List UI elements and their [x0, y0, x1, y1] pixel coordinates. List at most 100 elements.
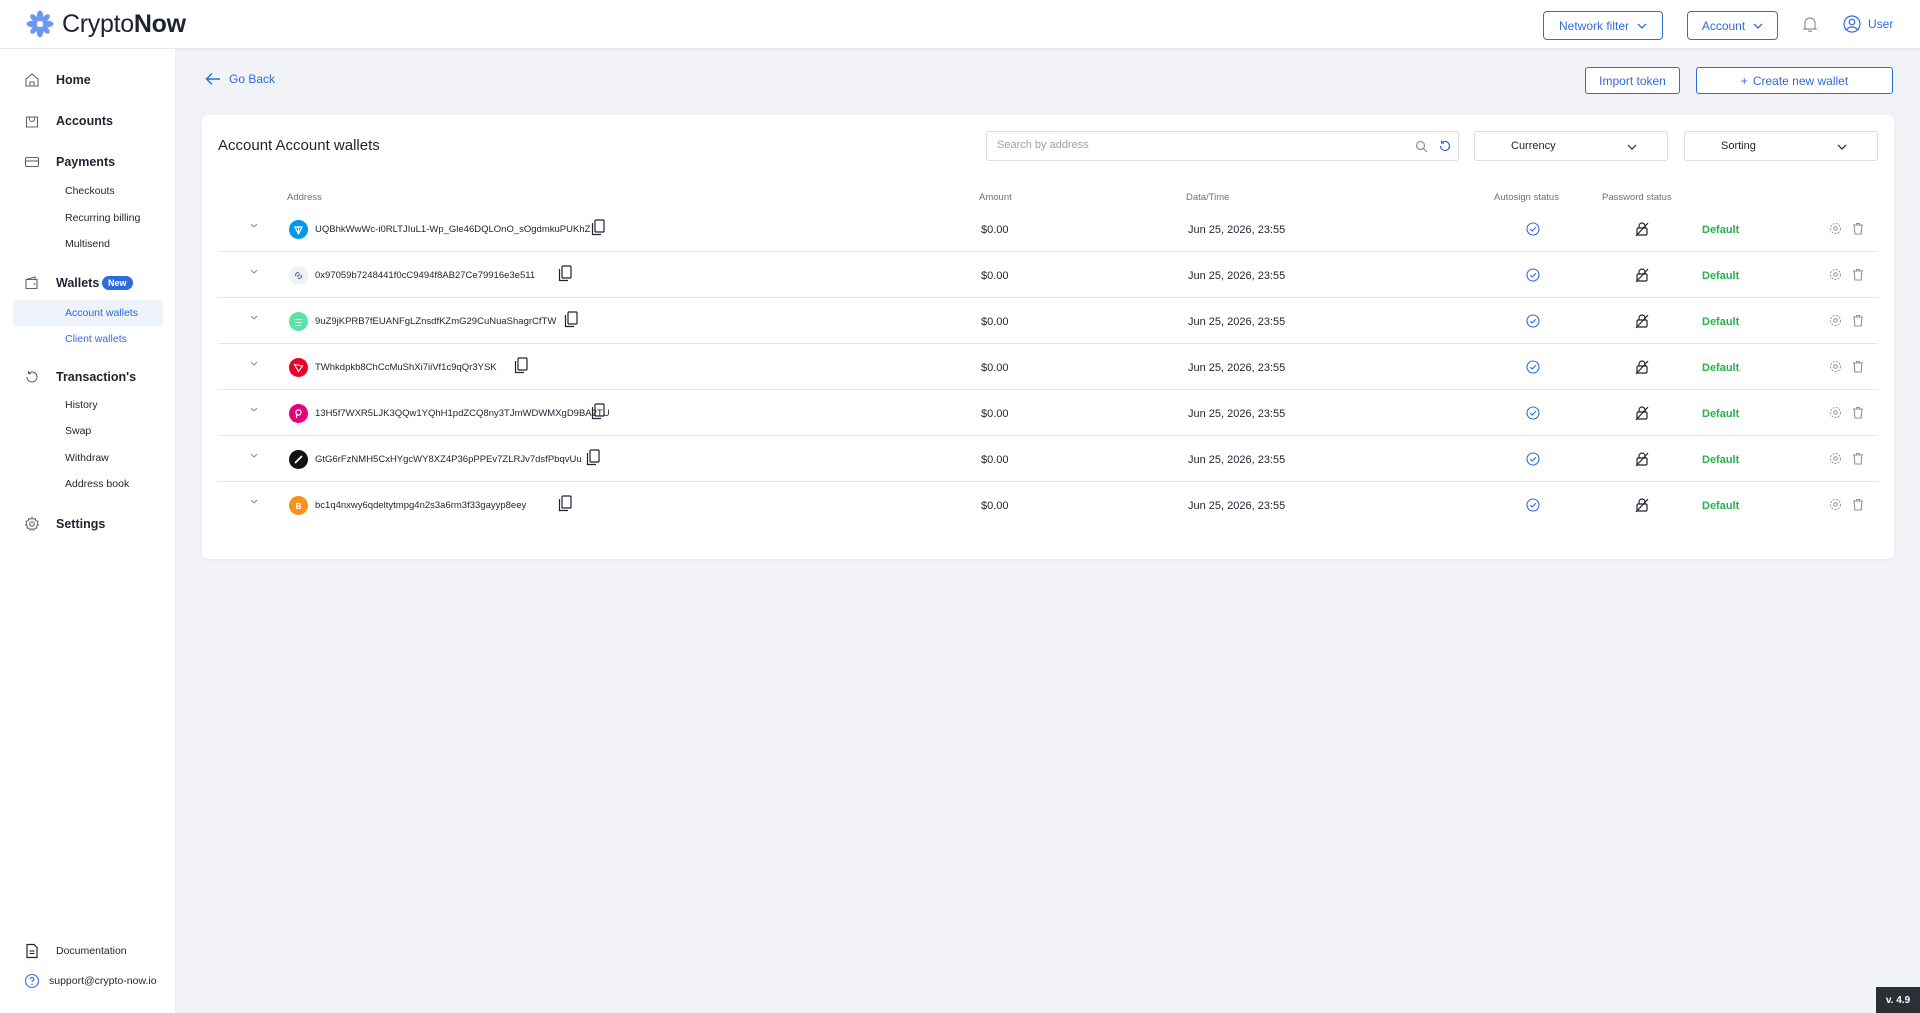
trash-icon[interactable] [1852, 314, 1864, 327]
status-badge: Default [1702, 316, 1740, 328]
sidebar-item-transactions[interactable]: Transaction's [0, 364, 176, 390]
sidebar-item-payments[interactable]: Payments [0, 149, 176, 175]
account-dropdown[interactable]: Account [1687, 11, 1778, 40]
gear-icon[interactable] [1829, 498, 1842, 511]
copy-icon[interactable] [564, 311, 578, 328]
sidebar: Home Accounts Payments Checkouts Recurri… [0, 49, 176, 1013]
copy-icon[interactable] [558, 265, 572, 282]
copy-icon[interactable] [591, 219, 605, 236]
search-icon[interactable] [1415, 140, 1428, 153]
document-icon [26, 943, 38, 959]
currency-select-value: Currency [1511, 140, 1556, 152]
check-circle-icon [1526, 452, 1540, 466]
check-circle-icon [1526, 498, 1540, 512]
copy-icon[interactable] [514, 357, 528, 374]
wallet-amount: $0.00 [981, 454, 1009, 466]
chevron-down-icon[interactable] [249, 450, 259, 460]
status-badge: Default [1702, 454, 1740, 466]
gear-icon[interactable] [1829, 452, 1842, 465]
password-off-icon [1635, 222, 1649, 237]
trash-icon[interactable] [1852, 360, 1864, 373]
network-filter-dropdown[interactable]: Network filter [1543, 11, 1663, 40]
table-row[interactable]: 0x97059b7248441f0cC9494f8AB27Ce79916e3e5… [218, 252, 1878, 298]
currency-select[interactable]: Currency [1474, 131, 1668, 161]
password-off-icon [1635, 498, 1649, 513]
bell-icon[interactable] [1801, 15, 1819, 33]
chevron-down-icon[interactable] [249, 404, 259, 414]
search-input[interactable] [997, 139, 1387, 151]
wallet-amount: $0.00 [981, 362, 1009, 374]
sidebar-item-home[interactable]: Home [0, 67, 176, 93]
go-back-label: Go Back [229, 72, 276, 86]
create-wallet-button[interactable]: + Create new wallet [1696, 67, 1893, 94]
trash-icon[interactable] [1852, 498, 1864, 511]
sidebar-item-checkouts[interactable]: Checkouts [65, 183, 115, 199]
gear-icon[interactable] [1829, 406, 1842, 419]
check-circle-icon [1526, 314, 1540, 328]
version-badge: v. 4.9 [1876, 987, 1920, 1013]
polkadot-icon [289, 404, 308, 423]
chevron-down-icon [1627, 144, 1637, 150]
wallet-address: bc1q4nxwy6qdeltytmpg4n2s3a6rm3f33gayyp8e… [315, 500, 527, 511]
support-link[interactable]: support@crypto-now.io [24, 973, 157, 989]
sidebar-item-accounts[interactable]: Accounts [0, 108, 176, 134]
sidebar-item-label: Payments [56, 155, 116, 169]
chevron-down-icon[interactable] [249, 312, 259, 322]
table-row[interactable]: UQBhkWwWc-i0RLTJIuL1-Wp_Gle46DQLOnO_sOgd… [218, 206, 1878, 252]
sidebar-item-label: Home [56, 73, 91, 87]
trash-icon[interactable] [1852, 406, 1864, 419]
chevron-down-icon[interactable] [249, 358, 259, 368]
sorting-select[interactable]: Sorting [1684, 131, 1878, 161]
table-row[interactable]: TWhkdpkb8ChCcMuShXi7iiVf1c9qQr3YSK $0.00… [218, 344, 1878, 390]
gear-icon[interactable] [1829, 314, 1842, 327]
import-token-button[interactable]: Import token [1585, 67, 1680, 94]
copy-icon[interactable] [558, 495, 572, 512]
trash-icon[interactable] [1852, 222, 1864, 235]
gear-icon[interactable] [1829, 360, 1842, 373]
search-box [986, 131, 1459, 161]
wallet-datetime: Jun 25, 2026, 23:55 [1188, 362, 1286, 374]
password-off-icon [1635, 314, 1649, 329]
sidebar-item-wallets[interactable]: Wallets New [0, 270, 176, 296]
top-bar: CryptoNow Network filter Account User [0, 0, 1920, 49]
logo[interactable]: CryptoNow [26, 9, 186, 39]
sidebar-item-settings[interactable]: Settings [0, 511, 176, 537]
copy-icon[interactable] [586, 449, 600, 466]
user-menu[interactable]: User [1843, 15, 1893, 33]
wallet-address: 13H5f7WXR5LJK3QQw1YQhH1pdZCQ8ny3TJmWDWMX… [315, 408, 610, 419]
gear-icon[interactable] [1829, 222, 1842, 235]
wallet-address: 9uZ9jKPRB7fEUANFgLZnsdfKZmG29CuNuaShagrC… [315, 316, 557, 327]
arrow-left-icon [205, 73, 220, 85]
chevron-down-icon[interactable] [249, 496, 259, 506]
wallet-datetime: Jun 25, 2026, 23:55 [1188, 270, 1286, 282]
table-row[interactable]: 13H5f7WXR5LJK3QQw1YQhH1pdZCQ8ny3TJmWDWMX… [218, 390, 1878, 436]
documentation-link[interactable]: Documentation [24, 943, 127, 959]
chevron-down-icon[interactable] [249, 220, 259, 230]
sidebar-item-history[interactable]: History [65, 397, 98, 413]
wallet-address: UQBhkWwWc-i0RLTJIuL1-Wp_Gle46DQLOnO_sOgd… [315, 224, 591, 235]
table-row[interactable]: GtG6rFzNMH5CxHYgcWY8XZ4P36pPPEv7ZLRJv7ds… [218, 436, 1878, 482]
trash-icon[interactable] [1852, 452, 1864, 465]
copy-icon[interactable] [591, 403, 605, 420]
table-row[interactable]: B bc1q4nxwy6qdeltytmpg4n2s3a6rm3f33gayyp… [218, 482, 1878, 528]
trash-icon[interactable] [1852, 268, 1864, 281]
go-back-link[interactable]: Go Back [205, 72, 275, 86]
sidebar-item-client-wallets[interactable]: Client wallets [65, 331, 127, 347]
wallet-datetime: Jun 25, 2026, 23:55 [1188, 500, 1286, 512]
gear-icon[interactable] [1829, 268, 1842, 281]
sidebar-item-multisend[interactable]: Multisend [65, 236, 110, 252]
gear-icon [24, 516, 40, 531]
sidebar-item-withdraw[interactable]: Withdraw [65, 450, 109, 466]
sidebar-item-recurring-billing[interactable]: Recurring billing [65, 210, 140, 226]
create-wallet-label: Create new wallet [1752, 73, 1849, 88]
status-badge: Default [1702, 500, 1740, 512]
sidebar-item-account-wallets[interactable]: Account wallets [65, 305, 138, 321]
sidebar-item-swap[interactable]: Swap [65, 423, 91, 439]
chevron-down-icon[interactable] [249, 266, 259, 276]
table-row[interactable]: 9uZ9jKPRB7fEUANFgLZnsdfKZmG29CuNuaShagrC… [218, 298, 1878, 344]
status-badge: Default [1702, 224, 1740, 236]
sidebar-item-label: Accounts [56, 114, 113, 128]
user-avatar-icon [1843, 15, 1861, 33]
refresh-icon[interactable] [1438, 139, 1452, 153]
sidebar-item-address-book[interactable]: Address book [65, 476, 129, 492]
